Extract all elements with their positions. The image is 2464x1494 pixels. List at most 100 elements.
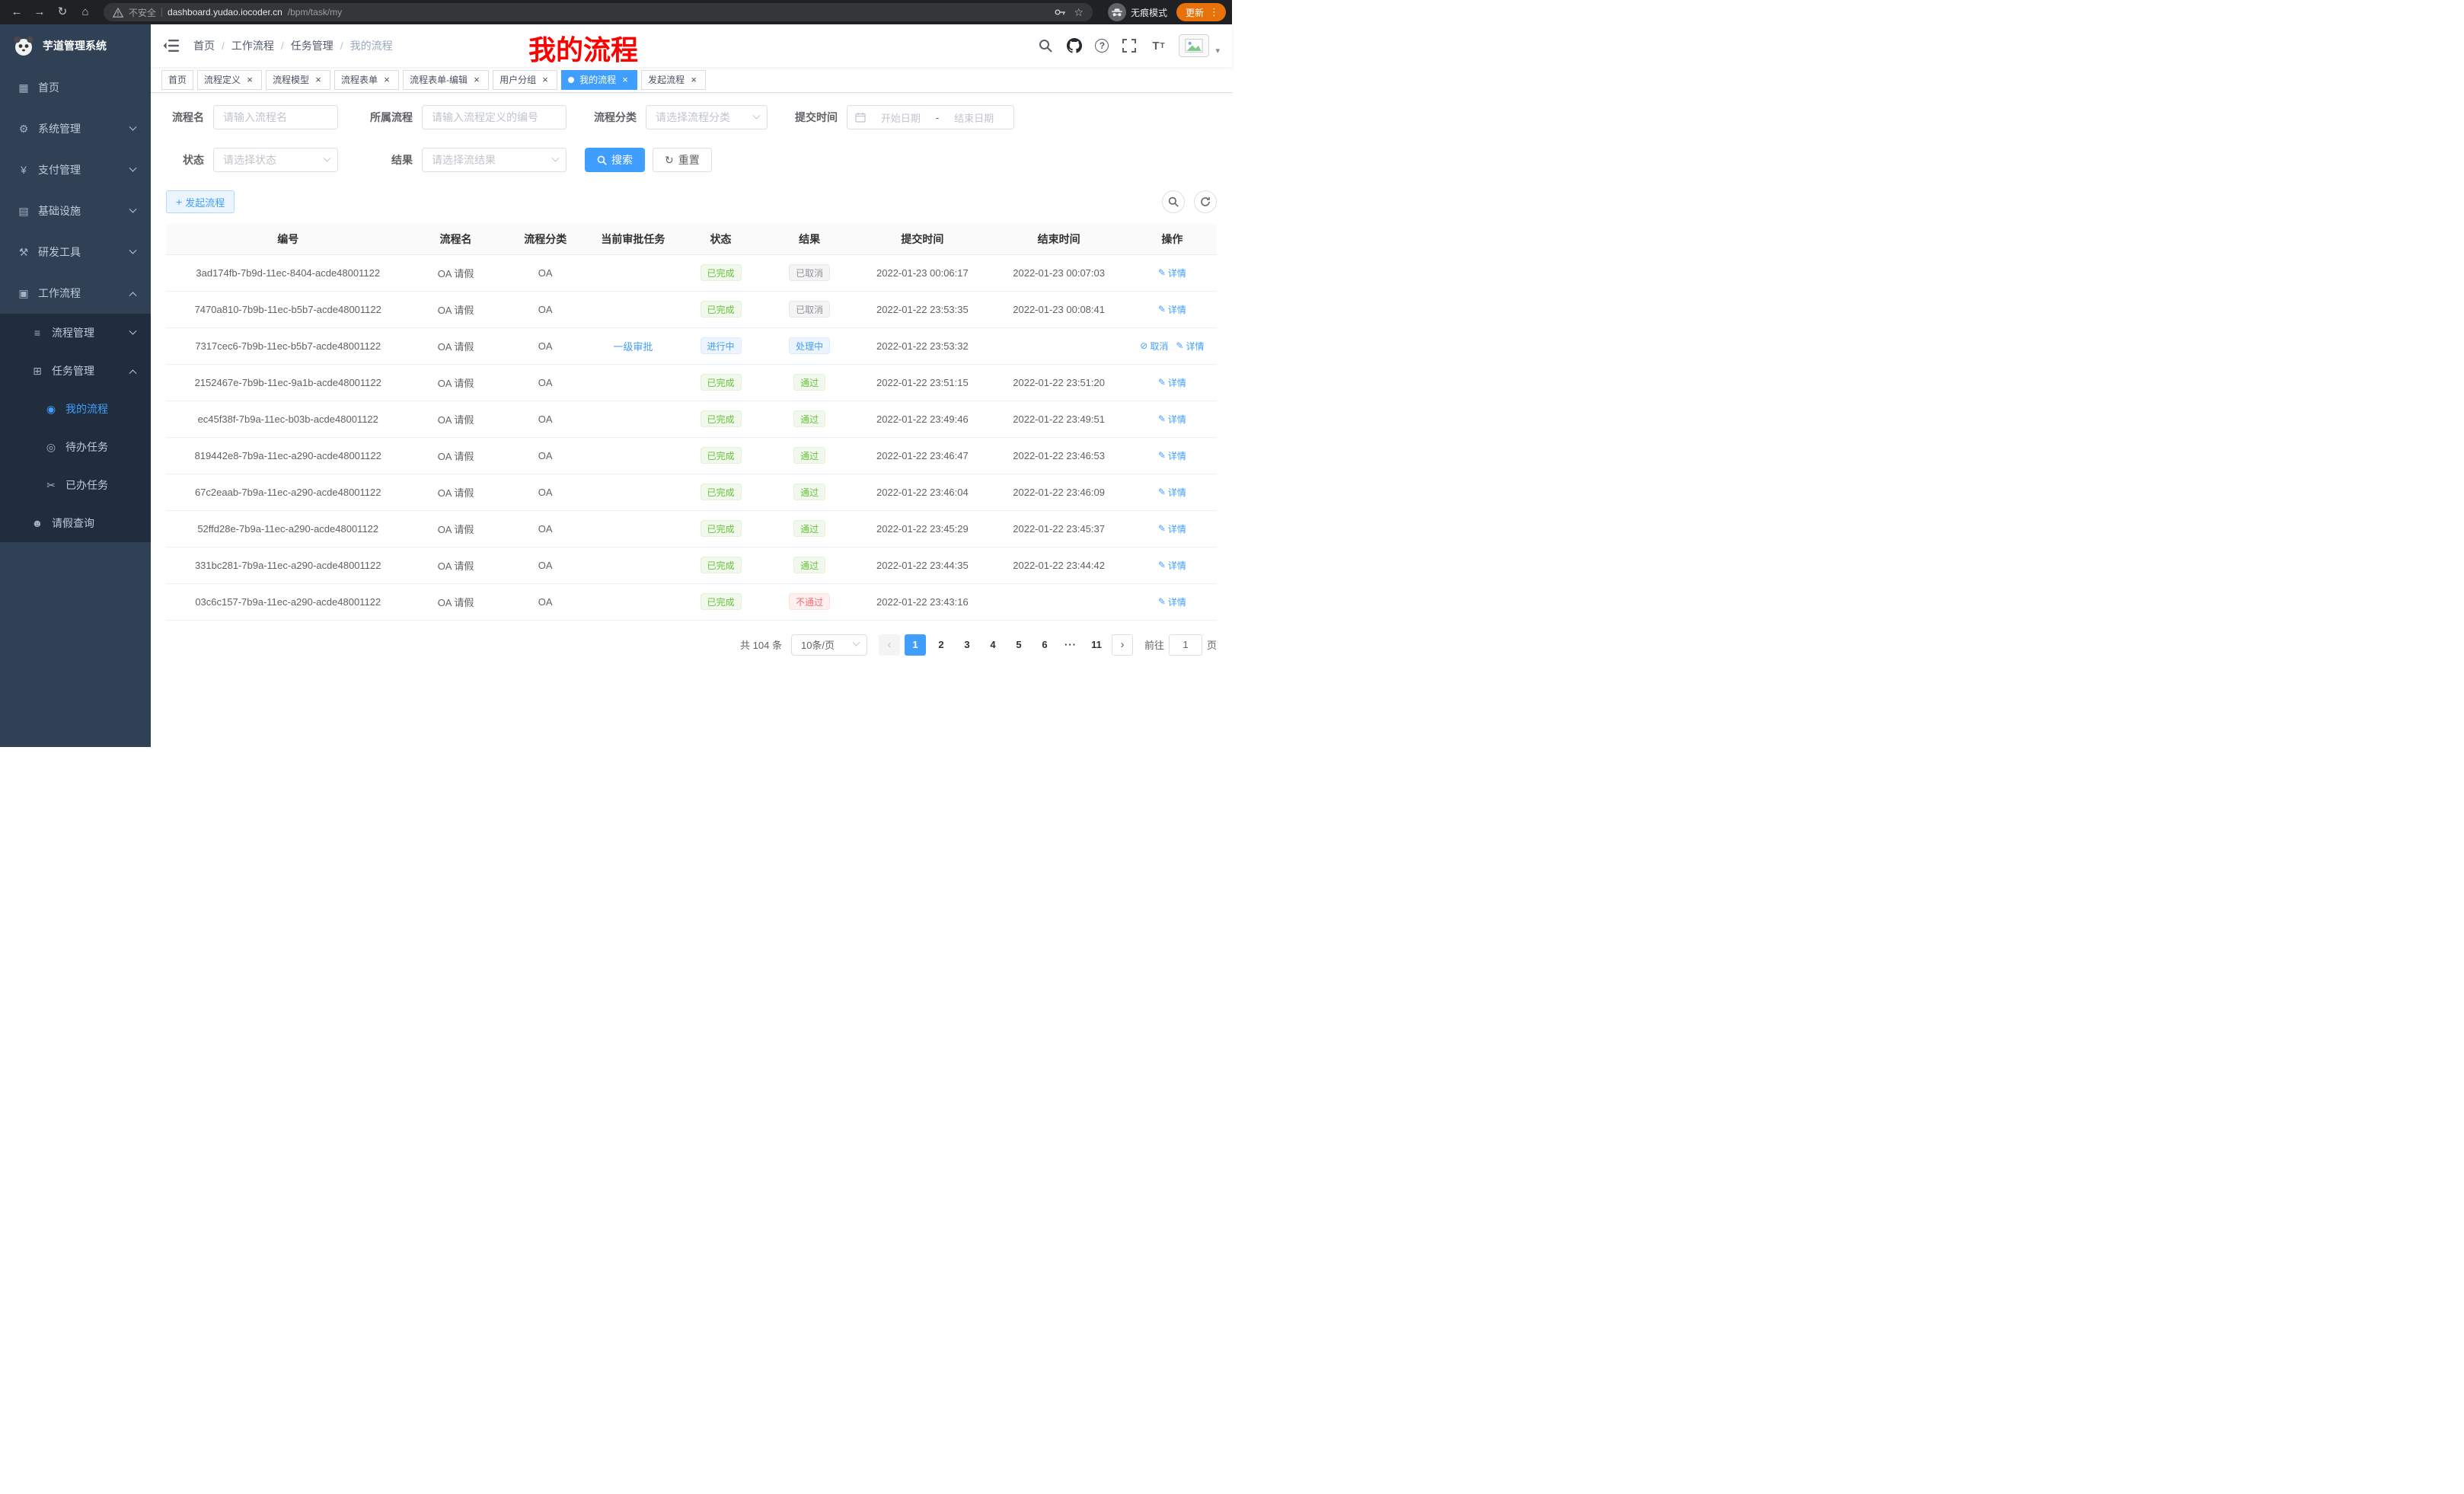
tab-user-group[interactable]: 用户分组× [493,70,557,90]
breadcrumb-item: 我的流程 [350,38,393,53]
process-definition-input[interactable] [422,105,567,129]
sidebar-item-my-process[interactable]: ◉我的流程 [0,390,151,428]
status-select[interactable]: 请选择状态 [213,148,338,172]
page-button-11[interactable]: 11 [1086,634,1107,656]
toggle-search-button[interactable] [1162,190,1185,213]
tab-process-definition[interactable]: 流程定义× [197,70,262,90]
table-row: 7317cec6-7b9b-11ec-b5b7-acde48001122OA 请… [166,327,1217,364]
browser-menu-dots-icon[interactable]: ⋮ [1209,6,1219,18]
page-button-4[interactable]: 4 [982,634,1004,656]
bookmark-star-icon[interactable]: ☆ [1074,6,1084,19]
tab-close-icon[interactable]: × [471,75,482,85]
detail-link[interactable]: ✎详情 [1176,340,1204,353]
address-bar[interactable]: 不安全 dashboard.yudao.iocoder.cn/bpm/task/… [104,3,1093,21]
cell-actions: ✎详情 [1128,291,1217,327]
breadcrumb-item[interactable]: 首页 [193,38,215,53]
tab-close-icon[interactable]: × [540,75,551,85]
tab-close-icon[interactable]: × [620,75,630,85]
sidebar-item-dev-tools[interactable]: ⚒研发工具 [0,231,151,273]
detail-link[interactable]: ✎详情 [1158,376,1186,389]
detail-link[interactable]: ✎详情 [1158,449,1186,462]
sidebar-item-system-management[interactable]: ⚙系统管理 [0,108,151,149]
update-button[interactable]: 更新 ⋮ [1176,3,1226,21]
detail-link[interactable]: ✎详情 [1158,413,1186,426]
detail-link[interactable]: ✎详情 [1158,303,1186,316]
page-size-select[interactable]: 10条/页 [791,634,867,656]
status-tag: 已完成 [701,484,742,500]
detail-link[interactable]: ✎详情 [1158,522,1186,535]
detail-link[interactable]: ✎详情 [1158,559,1186,572]
page-button-2[interactable]: 2 [930,634,952,656]
breadcrumb-item[interactable]: 任务管理 [291,38,334,53]
tab-close-icon[interactable]: × [688,75,699,85]
page-button-3[interactable]: 3 [956,634,978,656]
forward-icon[interactable]: → [29,2,50,23]
font-size-icon[interactable]: TT [1150,37,1167,54]
sidebar-item-label: 任务管理 [52,363,94,378]
avatar[interactable] [1179,34,1209,57]
status-tag: 已取消 [789,301,830,318]
page-button-6[interactable]: 6 [1034,634,1055,656]
result-select[interactable]: 请选择流结果 [422,148,567,172]
key-icon[interactable] [1054,6,1066,18]
column-header: 结束时间 [991,224,1128,254]
tab-close-icon[interactable]: × [313,75,324,85]
sidebar-item-payment-management[interactable]: ¥支付管理 [0,149,151,190]
prev-page-button[interactable]: ‹ [879,634,900,656]
submit-time-range-picker[interactable]: 开始日期 - 结束日期 [847,105,1014,129]
fullscreen-icon[interactable] [1121,37,1138,54]
search-icon[interactable] [1037,37,1054,54]
refresh-table-button[interactable] [1194,190,1217,213]
process-name-input[interactable] [213,105,338,129]
breadcrumb-item[interactable]: 工作流程 [231,38,274,53]
back-icon[interactable]: ← [6,2,27,23]
op-label: 详情 [1168,559,1186,572]
edit-icon: ✎ [1158,267,1166,278]
pagination: 共 104 条 10条/页 ‹ 123456···11 › 前往 页 [166,621,1217,674]
category-select[interactable]: 请选择流程分类 [646,105,768,129]
caret-down-icon[interactable]: ▾ [1215,46,1220,57]
sidebar-item-process-management[interactable]: ≡流程管理 [0,314,151,352]
category-label: 流程分类 [585,110,646,125]
cancel-link[interactable]: ⊘取消 [1140,340,1168,353]
sidebar-item-infrastructure[interactable]: ▤基础设施 [0,190,151,231]
security-label[interactable]: 不安全 [129,6,156,19]
github-icon[interactable] [1066,37,1083,54]
cell-status: 已完成 [677,401,764,437]
search-button[interactable]: 搜索 [585,148,645,172]
current-task-link[interactable]: 一级审批 [613,341,653,353]
start-process-button[interactable]: + 发起流程 [166,190,235,213]
page-button-1[interactable]: 1 [905,634,926,656]
home-icon[interactable]: ⌂ [75,2,96,23]
tab-my-process[interactable]: 我的流程× [561,70,637,90]
page-button-5[interactable]: 5 [1008,634,1029,656]
date-range-separator: - [936,112,939,123]
tab-start-process[interactable]: 发起流程× [641,70,706,90]
edit-icon: ✎ [1158,560,1166,570]
cell-end-time: 2022-01-22 23:46:09 [991,474,1128,510]
reload-icon[interactable]: ↻ [52,2,73,23]
sidebar-item-workflow[interactable]: ▣工作流程 [0,273,151,314]
sidebar-item-leave-query[interactable]: ☻请假查询 [0,504,151,542]
sidebar-item-done-tasks[interactable]: ✂已办任务 [0,466,151,504]
reset-button[interactable]: ↻ 重置 [653,148,712,172]
help-icon[interactable]: ? [1095,39,1109,53]
sidebar-item-task-management[interactable]: ⊞任务管理 [0,352,151,390]
sidebar-item-todo-tasks[interactable]: ◎待办任务 [0,428,151,466]
tab-close-icon[interactable]: × [244,75,255,85]
tab-home[interactable]: 首页 [161,70,193,90]
detail-link[interactable]: ✎详情 [1158,486,1186,499]
page-ellipsis[interactable]: ··· [1060,634,1081,656]
cell-current-task [589,291,677,327]
detail-link[interactable]: ✎详情 [1158,267,1186,279]
tab-process-form[interactable]: 流程表单× [334,70,399,90]
detail-link[interactable]: ✎详情 [1158,595,1186,608]
tab-process-model[interactable]: 流程模型× [266,70,330,90]
cell-id: 03c6c157-7b9a-11ec-a290-acde48001122 [166,583,410,620]
tab-close-icon[interactable]: × [381,75,392,85]
sidebar-item-home[interactable]: ▦首页 [0,67,151,108]
next-page-button[interactable]: › [1112,634,1133,656]
tab-process-form-edit[interactable]: 流程表单-编辑× [403,70,489,90]
hamburger-icon[interactable] [163,39,180,53]
goto-page-input[interactable] [1169,634,1202,656]
